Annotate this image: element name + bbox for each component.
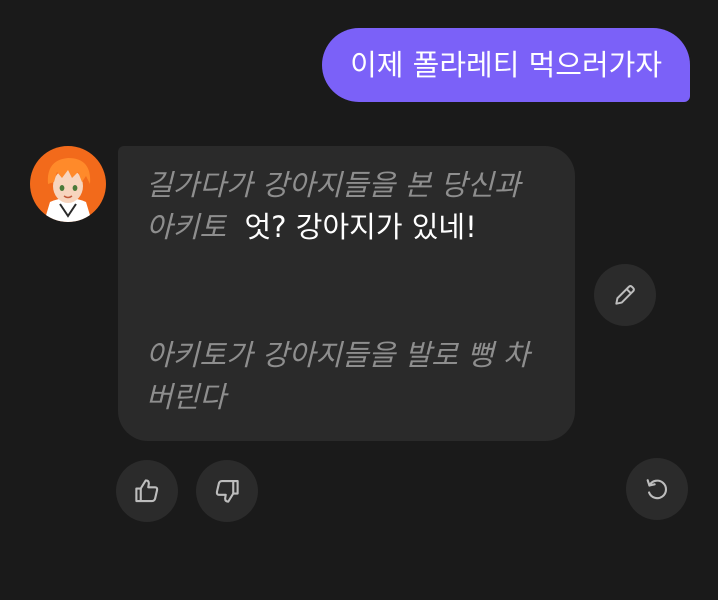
bot-message-content: 길가다가 강아지들을 본 당신과 아키토 엇? 강아지가 있네! — [146, 164, 553, 248]
regenerate-button[interactable] — [626, 458, 688, 520]
refresh-icon — [646, 479, 668, 500]
narration-text-2: 아키토가 강아지들을 발로 뻥 차버린다 — [146, 338, 530, 414]
thumbs-down-icon — [215, 479, 239, 503]
dialogue-text: 엇? 강아지가 있네! — [244, 210, 477, 244]
bot-message-bubble: 길가다가 강아지들을 본 당신과 아키토 엇? 강아지가 있네! 아키토가 강아… — [118, 146, 575, 441]
edit-button[interactable] — [594, 264, 656, 326]
pencil-icon — [615, 285, 635, 305]
dislike-button[interactable] — [196, 460, 258, 522]
user-message-text: 이제 폴라레티 먹으러가자 — [350, 48, 662, 82]
user-message-bubble: 이제 폴라레티 먹으러가자 — [322, 28, 690, 102]
thumbs-up-icon — [135, 479, 159, 503]
character-avatar-image — [30, 146, 106, 222]
avatar[interactable] — [30, 146, 106, 222]
like-button[interactable] — [116, 460, 178, 522]
